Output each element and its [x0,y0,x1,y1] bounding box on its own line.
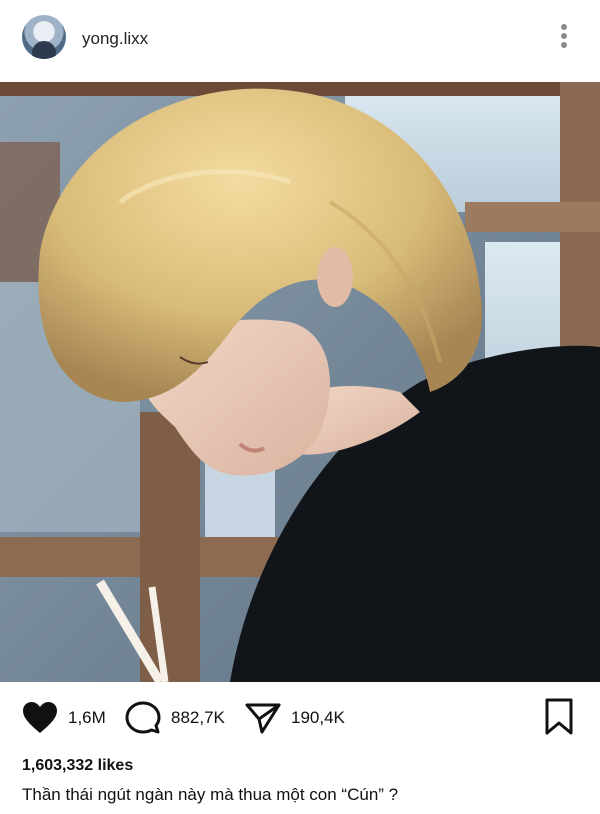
photo-illustration [0,82,600,682]
bookmark-button[interactable] [544,698,574,741]
more-options-icon[interactable] [556,24,572,52]
like-action[interactable]: 1,6M [22,698,106,738]
post-caption: Thần thái ngút ngàn này mà thua một con … [22,785,399,804]
post-photo[interactable] [0,82,600,682]
comment-action[interactable]: 882,7K [125,698,225,738]
post-actions: 1,6M 882,7K 190,4K [0,690,600,746]
likes-count-text[interactable]: 1,603,332 likes [22,757,133,775]
username[interactable]: yong.lixx [82,29,148,49]
comment-count: 882,7K [171,708,225,727]
heart-icon[interactable] [22,701,58,735]
send-icon[interactable] [245,701,281,735]
avatar[interactable] [22,15,66,59]
bookmark-icon[interactable] [544,698,574,736]
post-header: yong.lixx [0,0,600,82]
like-count: 1,6M [68,708,106,727]
share-action[interactable]: 190,4K [245,698,345,738]
comment-icon[interactable] [125,701,161,735]
share-count: 190,4K [291,708,345,727]
